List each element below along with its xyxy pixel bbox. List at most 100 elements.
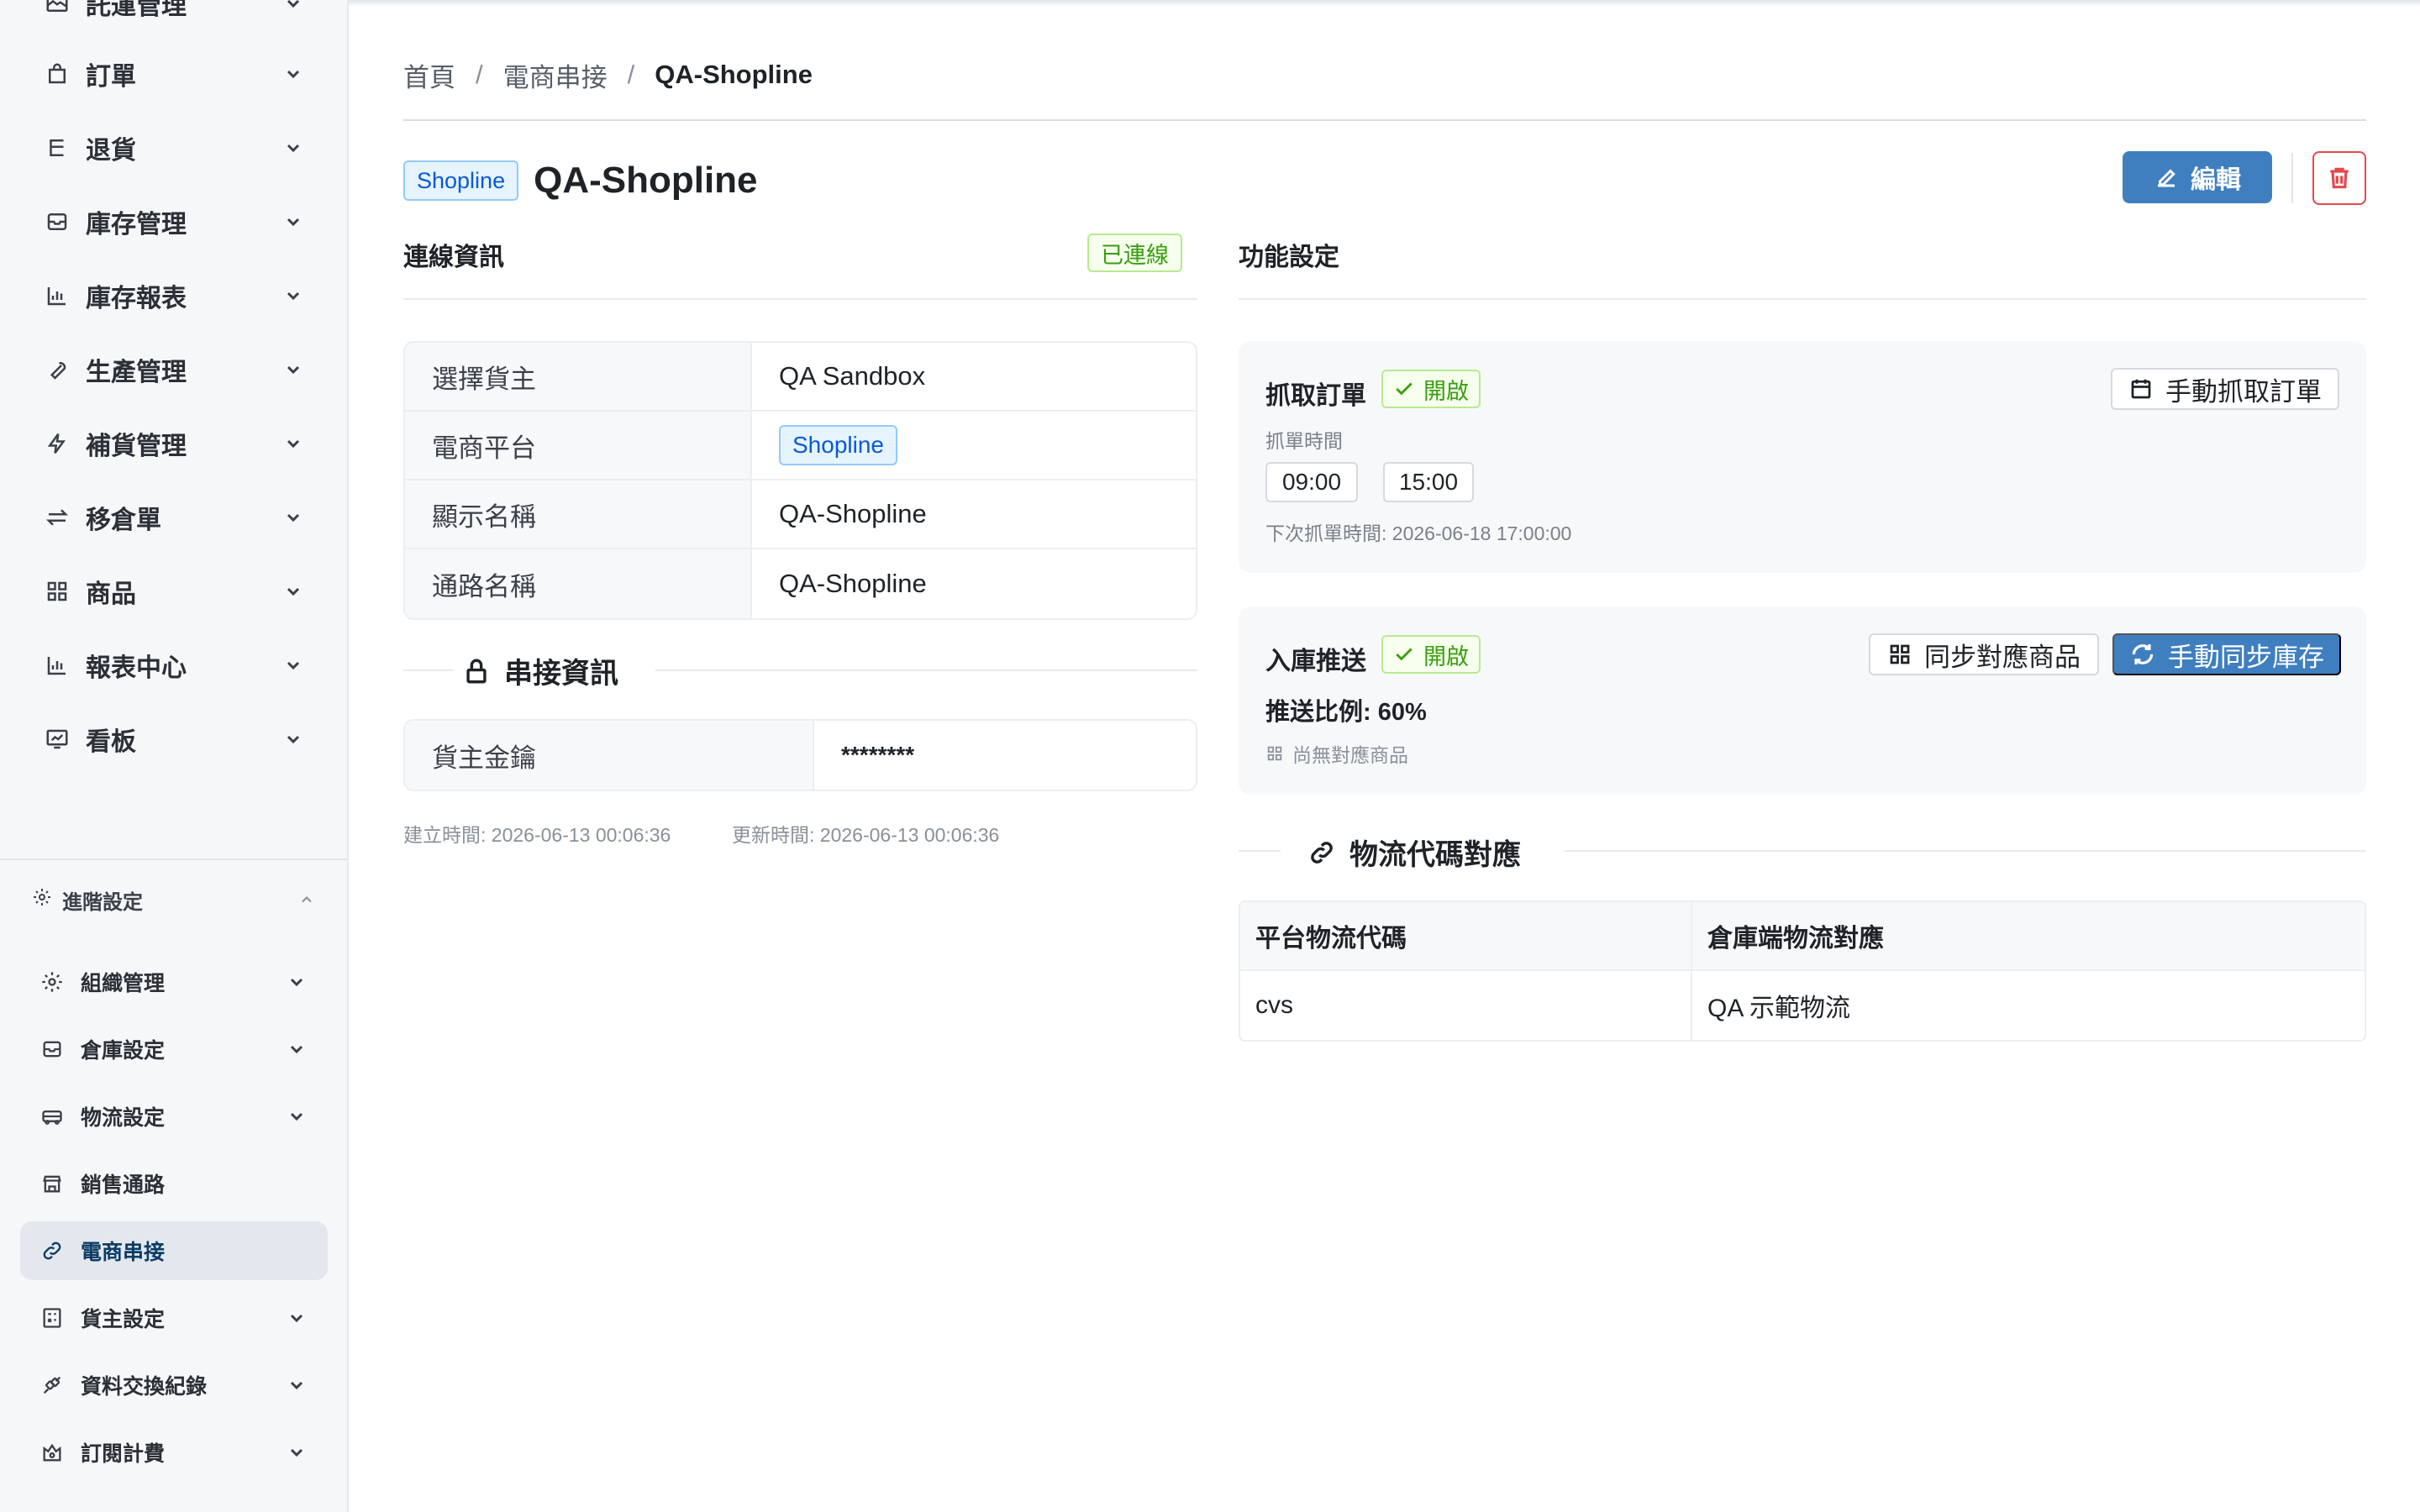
inventory-push-status-badge: 開啟 — [1381, 635, 1481, 674]
logistics-mapping-title: 物流代碼對應 — [1349, 839, 1521, 871]
sidebar-item-replenishment[interactable]: 補貨管理 — [44, 418, 304, 469]
table-row: 通路名稱 QA-Shopline — [405, 549, 1196, 618]
inbox-icon — [40, 1037, 66, 1062]
sidebar-item-label: 銷售通路 — [81, 1173, 166, 1197]
api-icon — [40, 1373, 66, 1398]
sidebar-item-label: 看板 — [86, 728, 136, 756]
sidebar-item-label: 物流設定 — [81, 1106, 166, 1130]
sync-mapped-products-button[interactable]: 同步對應商品 — [1869, 633, 2099, 675]
check-icon — [1396, 382, 1413, 396]
sidebar-item-inventory-report[interactable]: 庫存報表 — [44, 270, 304, 321]
sidebar-item-label: 報表中心 — [86, 654, 187, 682]
sidebar-item-label: 訂閱計費 — [81, 1442, 166, 1466]
dashboard-icon — [44, 726, 71, 753]
sidebar-item-ecommerce-integration[interactable]: 電商串接 — [20, 1221, 328, 1280]
chevron-down-icon — [286, 1105, 308, 1127]
bar-chart-icon — [44, 652, 71, 679]
grid-icon — [1890, 644, 1910, 664]
advanced-settings-toggle[interactable]: 進階設定 — [32, 882, 318, 917]
sidebar-divider — [0, 858, 347, 860]
sidebar-item-label: 組織管理 — [81, 972, 166, 995]
sidebar-item-report-center[interactable]: 報表中心 — [44, 640, 304, 690]
chevron-down-icon — [286, 1307, 308, 1329]
row-label: 顯示名稱 — [405, 480, 752, 548]
edit-icon — [2158, 169, 2175, 187]
breadcrumb-current: QA-Shopline — [655, 60, 813, 89]
store-icon — [40, 1171, 66, 1196]
sidebar-item-label: 補貨管理 — [86, 433, 187, 460]
breadcrumb-separator: / — [476, 60, 483, 89]
breadcrumb-parent[interactable]: 電商串接 — [503, 56, 608, 94]
sidebar-item-products[interactable]: 商品 — [44, 566, 304, 617]
sidebar-item-inventory[interactable]: 庫存管理 — [44, 197, 304, 247]
section-divider — [1239, 298, 2366, 300]
chevron-down-icon — [282, 285, 304, 307]
sidebar-item-organization[interactable]: 組織管理 — [20, 953, 328, 1011]
calculator-icon — [40, 1305, 66, 1331]
breadcrumb-home[interactable]: 首頁 — [403, 56, 455, 94]
created-time: 建立時間: 2026-06-13 00:06:36 — [403, 824, 671, 846]
header-divider — [2291, 153, 2293, 203]
sidebar-item-label: 生產管理 — [86, 359, 187, 386]
feature-settings-title: 功能設定 — [1239, 244, 1339, 271]
column-header: 平台物流代碼 — [1240, 902, 1692, 969]
sidebar-item-warehouse-settings[interactable]: 倉庫設定 — [20, 1020, 328, 1079]
fetch-time-chip: 15:00 — [1383, 462, 1474, 502]
chevron-down-icon — [282, 728, 304, 750]
table-cell: cvs — [1240, 971, 1692, 1040]
sidebar-item-logistics-settings[interactable]: 物流設定 — [20, 1087, 328, 1146]
sidebar-item-production[interactable]: 生產管理 — [44, 344, 304, 395]
link-icon — [40, 1238, 66, 1263]
chevron-down-icon — [282, 433, 304, 454]
manual-fetch-orders-button[interactable]: 手動抓取訂單 — [2111, 368, 2339, 410]
sidebar-item-transfer[interactable]: 移倉單 — [44, 492, 304, 543]
return-icon — [44, 134, 71, 161]
table-row: 顯示名稱 QA-Shopline — [405, 480, 1196, 549]
sidebar-item-sales-channel[interactable]: 銷售通路 — [20, 1154, 328, 1213]
platform-tag: Shopline — [403, 160, 519, 201]
chevron-up-icon — [296, 889, 318, 911]
integration-info-title: 串接資訊 — [504, 658, 618, 690]
swap-icon — [44, 504, 71, 531]
section-divider — [403, 298, 1197, 300]
sidebar-item-data-exchange-log[interactable]: 資料交換紀錄 — [20, 1356, 328, 1415]
edit-button[interactable]: 編輯 — [2123, 151, 2272, 203]
row-label: 電商平台 — [405, 412, 752, 479]
chevron-down-icon — [286, 1038, 308, 1060]
chevron-down-icon — [282, 507, 304, 528]
sync-mapped-products-label: 同步對應商品 — [1924, 642, 2081, 672]
wrench-icon — [44, 356, 71, 383]
inbox-icon — [44, 208, 71, 235]
chevron-down-icon — [282, 137, 304, 159]
grid-icon — [1267, 746, 1282, 761]
sidebar-item-label: 資料交換紀錄 — [81, 1375, 208, 1399]
chevron-down-icon — [286, 1441, 308, 1463]
sidebar-item-label: 移倉單 — [86, 507, 161, 534]
sidebar-item-label: 貨主設定 — [81, 1308, 166, 1331]
shopping-bag-icon — [44, 60, 71, 87]
edit-button-label: 編輯 — [2191, 166, 2241, 194]
sidebar-item-shipping[interactable]: 託運管理 — [44, 0, 304, 29]
divider-line — [655, 669, 1197, 671]
sidebar-item-orders[interactable]: 訂單 — [44, 49, 304, 99]
manual-sync-inventory-button[interactable]: 手動同步庫存 — [2112, 633, 2341, 675]
row-value: QA-Shopline — [752, 480, 927, 548]
owner-key-value: ******** — [814, 721, 915, 790]
breadcrumb: 首頁 / 電商串接 / QA-Shopline — [403, 55, 813, 94]
updated-time: 更新時間: 2026-06-13 00:06:36 — [732, 824, 1000, 846]
divider-line — [1239, 850, 1281, 852]
integration-info-table: 貨主金鑰 ******** — [403, 719, 1197, 791]
status-label: 開啟 — [1423, 643, 1469, 669]
sidebar-item-owner-settings[interactable]: 貨主設定 — [20, 1289, 328, 1347]
chevron-down-icon — [282, 580, 304, 602]
check-icon — [1396, 648, 1413, 661]
sidebar-item-returns[interactable]: 退貨 — [44, 123, 304, 173]
sidebar-item-dashboard[interactable]: 看板 — [44, 714, 304, 764]
shipping-label-icon — [44, 0, 71, 17]
divider-line — [403, 669, 454, 671]
no-mapped-products: 尚無對應商品 — [1265, 739, 1408, 768]
order-fetch-title: 抓取訂單 — [1265, 382, 1366, 410]
delete-button[interactable] — [2312, 151, 2366, 205]
sidebar-item-subscription-billing[interactable]: 訂閱計費 — [20, 1423, 328, 1482]
logistics-mapping-table: 平台物流代碼 倉庫端物流對應 cvs QA 示範物流 — [1239, 900, 2366, 1042]
